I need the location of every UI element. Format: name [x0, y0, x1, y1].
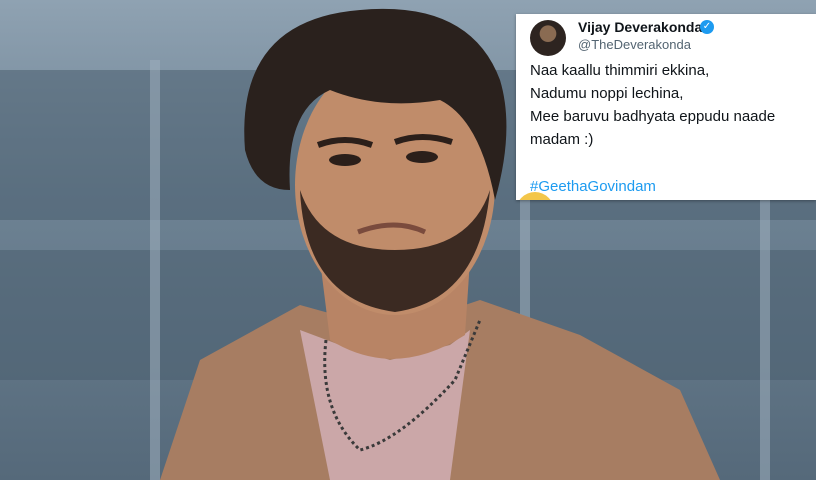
- user-handle[interactable]: @TheDeverakonda: [578, 37, 691, 52]
- tweet-text-line: Naa kaallu thimmiri ekkina,: [530, 62, 710, 79]
- verified-badge-icon: ✓: [700, 20, 714, 34]
- hashtag-link[interactable]: #GeethaGovindam: [530, 178, 656, 195]
- tweet-text-line: Nadumu noppi lechina,: [530, 85, 684, 102]
- tweet-text-line: madam :): [530, 131, 594, 148]
- right-eye: [406, 151, 438, 163]
- left-eye: [329, 154, 361, 166]
- display-name[interactable]: Vijay Deverakonda: [578, 19, 702, 35]
- tweet-text-line: Mee baruvu badhyata eppudu naade: [530, 108, 776, 125]
- tweet-card[interactable]: Vijay Deverakonda ✓ @TheDeverakonda Naa …: [516, 14, 816, 200]
- avatar[interactable]: [530, 20, 566, 56]
